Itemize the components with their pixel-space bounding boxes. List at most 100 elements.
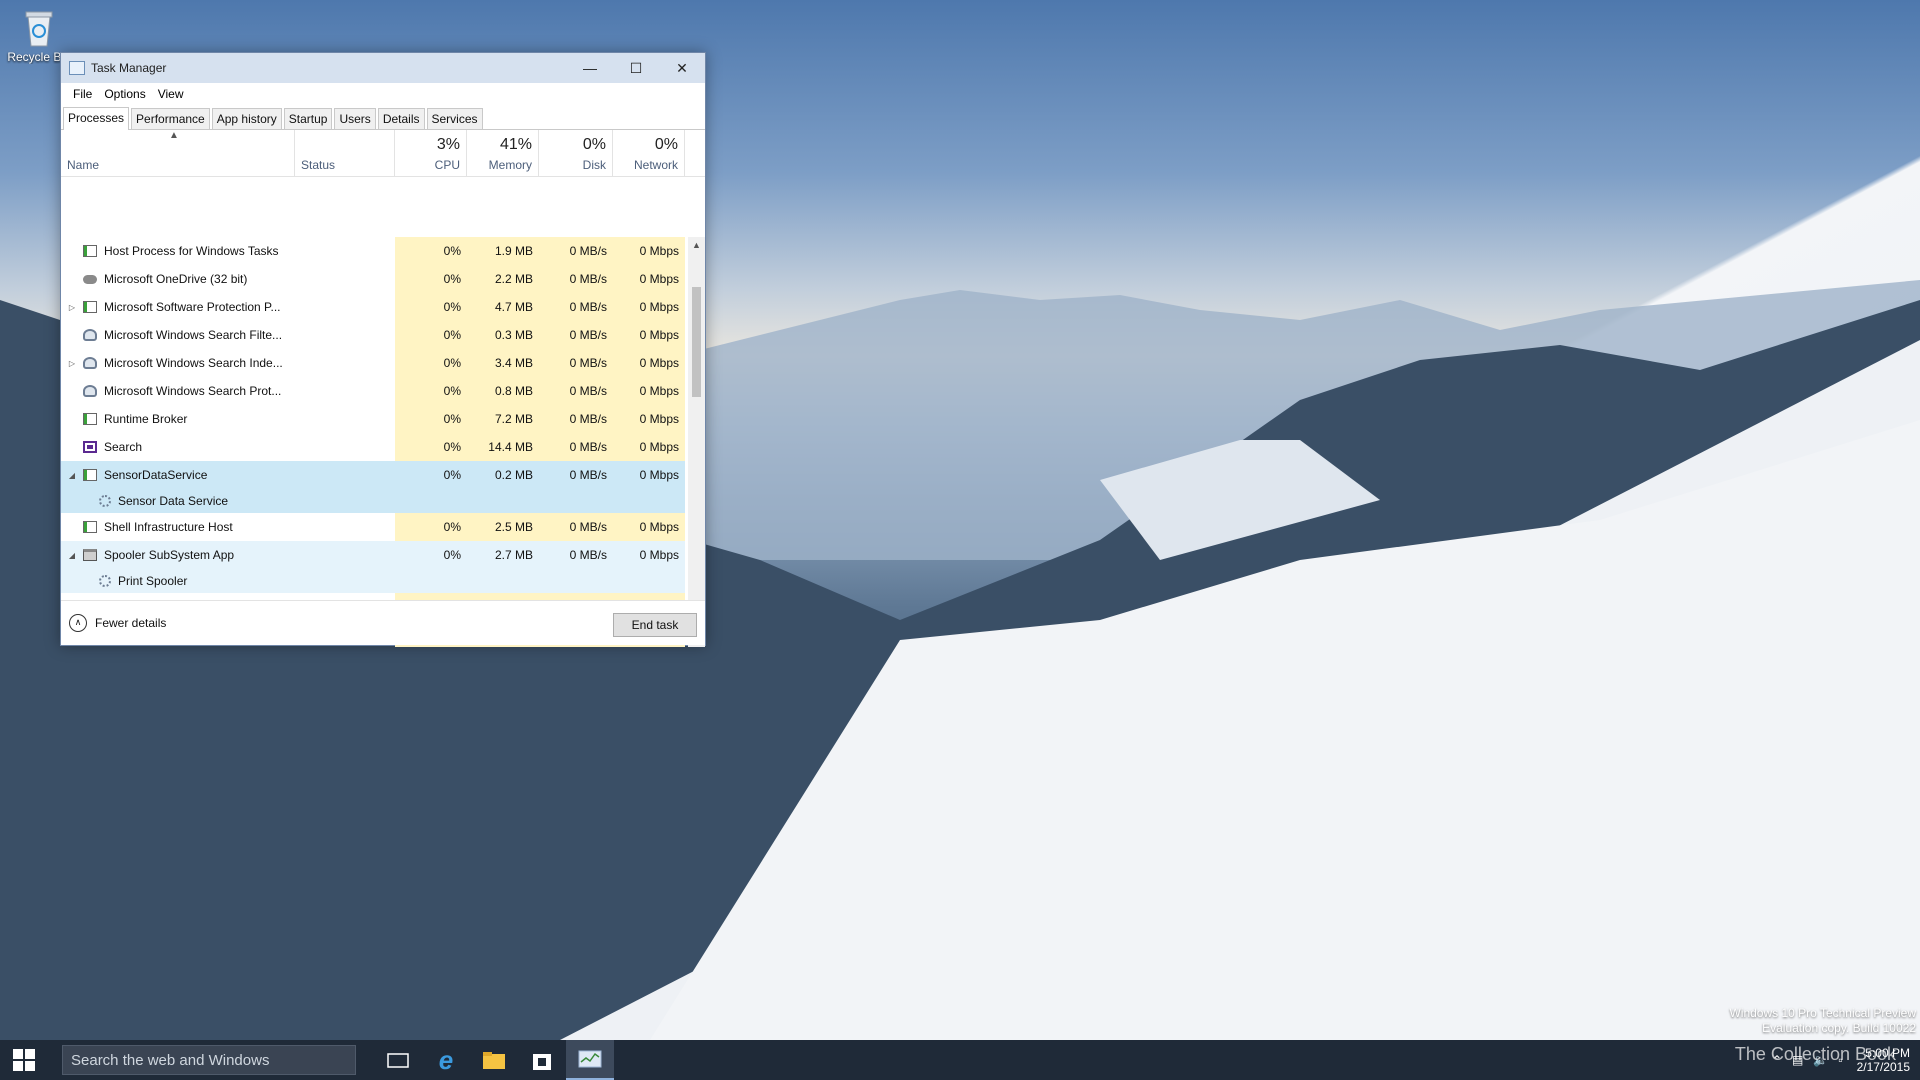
gear-icon xyxy=(99,495,111,507)
tab-processes[interactable]: Processes xyxy=(63,107,130,130)
process-name: Microsoft Windows Search Inde... xyxy=(104,356,283,370)
scroll-up-icon[interactable]: ▲ xyxy=(688,237,705,254)
process-cpu-cell: 0% xyxy=(395,405,467,433)
process-name: Host Process for Windows Tasks xyxy=(104,244,279,258)
window-icon xyxy=(83,521,97,533)
process-net-cell: 0 Mbps xyxy=(613,293,685,321)
end-task-button[interactable]: End task xyxy=(613,613,697,637)
maximize-icon: ☐ xyxy=(629,59,643,76)
process-row[interactable]: Shell Infrastructure Host 0% 2.5 MB 0 MB/s 0… xyxy=(61,513,687,541)
process-row[interactable]: ▷ Microsoft Windows Search Inde... 0% 3.4 M… xyxy=(61,349,687,377)
watermark-line2: Evaluation copy. Build 10022 xyxy=(1762,1021,1916,1035)
task-manager-window: Task Manager — ☐ ✕ File Options View Pro… xyxy=(60,52,706,647)
process-name: Microsoft OneDrive (32 bit) xyxy=(104,272,248,286)
internet-explorer-icon: e xyxy=(438,1044,454,1075)
menu-file[interactable]: File xyxy=(67,87,98,101)
process-cpu-cell: 0% xyxy=(395,433,467,461)
collapse-icon[interactable]: ◢ xyxy=(65,471,79,480)
footer: ∧ Fewer details End task xyxy=(61,600,705,645)
column-network[interactable]: 0% Network xyxy=(613,130,685,176)
process-disk-cell xyxy=(539,569,613,593)
process-name-cell: Microsoft Windows Search Prot... xyxy=(61,377,395,405)
process-row[interactable]: Microsoft Windows Search Prot... 0% 0.8 MB… xyxy=(61,377,687,405)
file-explorer-button[interactable] xyxy=(470,1040,518,1080)
cloud-icon xyxy=(83,274,97,284)
store-button[interactable] xyxy=(518,1040,566,1080)
task-view-button[interactable] xyxy=(374,1040,422,1080)
tab-app-history[interactable]: App history xyxy=(211,108,282,129)
process-cpu-cell: 0% xyxy=(395,541,467,569)
column-cpu-label: CPU xyxy=(434,158,460,172)
sort-ascending-icon: ▲ xyxy=(169,130,179,141)
process-name: Microsoft Windows Search Prot... xyxy=(104,384,282,398)
menu-options[interactable]: Options xyxy=(98,87,151,101)
watermark-line1: Windows 10 Pro Technical Preview xyxy=(1729,1006,1916,1020)
menu-view[interactable]: View xyxy=(152,87,190,101)
process-name: Shell Infrastructure Host xyxy=(104,520,233,534)
process-name-cell: ◢ SensorDataService xyxy=(61,461,395,489)
tab-services[interactable]: Services xyxy=(426,108,483,129)
process-row[interactable]: Microsoft OneDrive (32 bit) 0% 2.2 MB 0 MB/… xyxy=(61,265,687,293)
task-manager-icon xyxy=(578,1050,602,1068)
windows-logo-icon xyxy=(13,1049,35,1071)
vertical-scrollbar[interactable]: ▲ ▼ xyxy=(688,237,705,647)
close-button[interactable]: ✕ xyxy=(659,53,705,83)
brand-watermark: The Collection Book xyxy=(1734,1044,1896,1064)
fewer-details-button[interactable]: ∧ Fewer details xyxy=(69,614,166,632)
process-name-cell: ▷ Microsoft Software Protection P... xyxy=(61,293,395,321)
process-cpu-cell: 0% xyxy=(395,377,467,405)
collapse-icon[interactable]: ◢ xyxy=(65,551,79,560)
close-icon: ✕ xyxy=(676,59,688,76)
process-mem-cell xyxy=(467,489,539,513)
expand-icon[interactable]: ▷ xyxy=(65,303,79,312)
process-name: Microsoft Windows Search Filte... xyxy=(104,328,283,342)
service-row[interactable]: Sensor Data Service xyxy=(61,489,687,513)
process-list: Host Process for Windows Tasks 0% 1.9 MB 0 … xyxy=(61,237,687,647)
window-icon xyxy=(83,245,97,257)
chevron-up-icon: ∧ xyxy=(69,614,87,632)
column-status[interactable]: Status xyxy=(295,130,395,176)
column-cpu[interactable]: 3% CPU xyxy=(395,130,467,176)
process-name: Microsoft Software Protection P... xyxy=(104,300,281,314)
task-manager-taskbar-button[interactable] xyxy=(566,1040,614,1080)
tab-users[interactable]: Users xyxy=(334,108,376,129)
folder-icon xyxy=(483,1052,505,1069)
title-bar[interactable]: Task Manager — ☐ ✕ xyxy=(61,53,705,83)
process-disk-cell: 0 MB/s xyxy=(539,349,613,377)
process-disk-cell: 0 MB/s xyxy=(539,237,613,265)
maximize-button[interactable]: ☐ xyxy=(613,53,659,83)
tab-startup[interactable]: Startup xyxy=(283,108,333,129)
tab-details[interactable]: Details xyxy=(377,108,425,129)
process-row[interactable]: ◢ Spooler SubSystem App 0% 2.7 MB 0 MB/s 0 Mb… xyxy=(61,541,687,569)
search-box[interactable]: Search the web and Windows xyxy=(62,1045,356,1075)
column-header: ▲ Name Status 3% CPU 41% Memory 0% Disk … xyxy=(61,130,705,177)
expand-icon[interactable]: ▷ xyxy=(65,359,79,368)
minimize-button[interactable]: — xyxy=(567,53,613,83)
process-net-cell: 0 Mbps xyxy=(613,349,685,377)
process-cpu-cell: 0% xyxy=(395,513,467,541)
process-name-cell: Host Process for Windows Tasks xyxy=(61,237,395,265)
process-mem-cell: 0.2 MB xyxy=(467,461,539,489)
process-row[interactable]: ◢ SensorDataService 0% 0.2 MB 0 MB/s 0 Mbps xyxy=(61,461,687,489)
column-name[interactable]: ▲ Name xyxy=(61,130,295,176)
disk-total: 0% xyxy=(582,136,606,153)
process-disk-cell: 0 MB/s xyxy=(539,513,613,541)
scroll-thumb[interactable] xyxy=(692,287,701,397)
window-title: Task Manager xyxy=(91,61,167,75)
process-row[interactable]: Host Process for Windows Tasks 0% 1.9 MB 0 … xyxy=(61,237,687,265)
process-name-cell: Search xyxy=(61,433,395,461)
column-memory[interactable]: 41% Memory xyxy=(467,130,539,176)
process-row[interactable]: Runtime Broker 0% 7.2 MB 0 MB/s 0 Mbps xyxy=(61,405,687,433)
tab-performance[interactable]: Performance xyxy=(131,108,210,129)
service-row[interactable]: Print Spooler xyxy=(61,569,687,593)
process-row[interactable]: Search 0% 14.4 MB 0 MB/s 0 Mbps xyxy=(61,433,687,461)
column-disk[interactable]: 0% Disk xyxy=(539,130,613,176)
internet-explorer-button[interactable]: e xyxy=(422,1040,470,1080)
process-disk-cell: 0 MB/s xyxy=(539,377,613,405)
user-icon xyxy=(83,357,97,369)
start-button[interactable] xyxy=(0,1040,48,1080)
process-mem-cell: 1.9 MB xyxy=(467,237,539,265)
process-row[interactable]: Microsoft Windows Search Filte... 0% 0.3 M… xyxy=(61,321,687,349)
process-disk-cell: 0 MB/s xyxy=(539,405,613,433)
process-row[interactable]: ▷ Microsoft Software Protection P... 0% 4.7… xyxy=(61,293,687,321)
